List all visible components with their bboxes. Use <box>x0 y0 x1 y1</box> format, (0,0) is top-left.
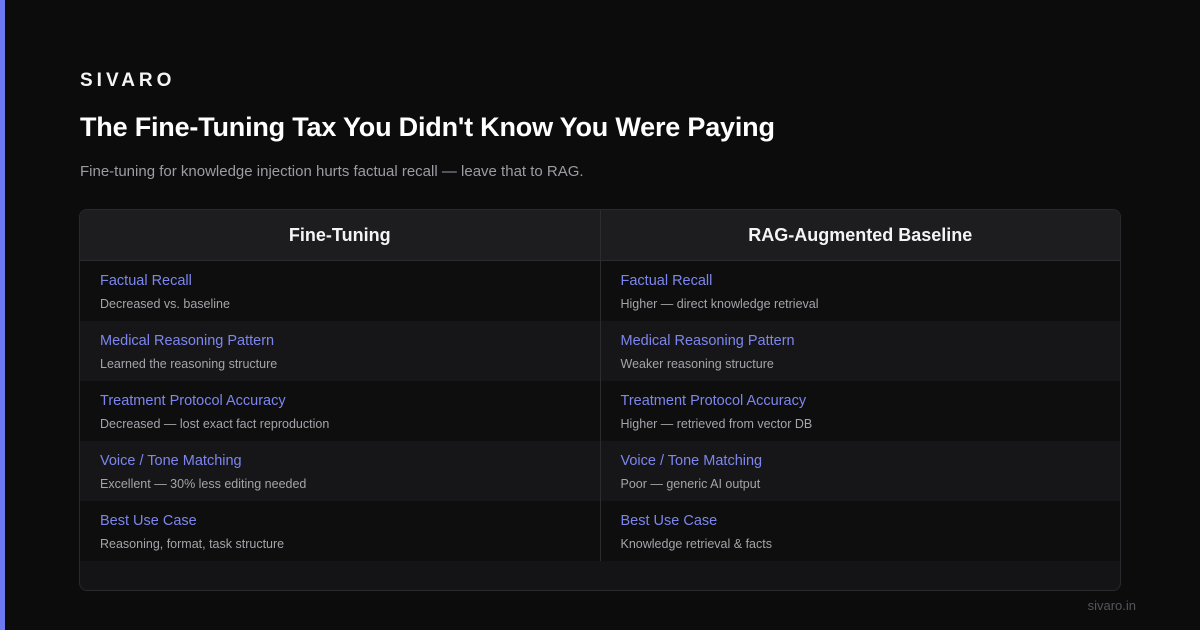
table-cell-rag-baseline: Voice / Tone Matching Poor — generic AI … <box>599 441 1121 501</box>
cell-value: Weaker reasoning structure <box>620 357 774 371</box>
table-cell-rag-baseline: Best Use Case Knowledge retrieval & fact… <box>599 501 1121 561</box>
cell-label: Factual Recall <box>100 273 192 289</box>
column-header-rag-baseline: RAG-Augmented Baseline <box>599 210 1121 260</box>
table-cell-fine-tuning: Factual Recall Decreased vs. baseline <box>80 261 600 321</box>
cell-label: Factual Recall <box>620 273 713 289</box>
table-cell-fine-tuning: Treatment Protocol Accuracy Decreased — … <box>80 381 600 441</box>
footer-domain: sivaro.in <box>1087 598 1136 613</box>
comparison-table: Fine-Tuning RAG-Augmented Baseline Factu… <box>79 209 1121 591</box>
cell-label: Treatment Protocol Accuracy <box>620 393 807 409</box>
table-cell-rag-baseline: Medical Reasoning Pattern Weaker reasoni… <box>599 321 1121 381</box>
cell-label: Voice / Tone Matching <box>100 453 242 469</box>
table-cell-fine-tuning: Voice / Tone Matching Excellent — 30% le… <box>80 441 600 501</box>
table-cell-fine-tuning: Medical Reasoning Pattern Learned the re… <box>80 321 600 381</box>
table-row: Voice / Tone Matching Excellent — 30% le… <box>80 441 1120 501</box>
table-row: Factual Recall Decreased vs. baseline Fa… <box>80 261 1120 321</box>
table-cell-fine-tuning: Best Use Case Reasoning, format, task st… <box>80 501 600 561</box>
cell-label: Treatment Protocol Accuracy <box>100 393 286 409</box>
cell-value: Knowledge retrieval & facts <box>620 537 772 551</box>
cell-value: Decreased vs. baseline <box>100 297 230 311</box>
cell-value: Higher — retrieved from vector DB <box>620 417 813 431</box>
cell-label: Medical Reasoning Pattern <box>620 333 795 349</box>
brand-logo: SIVARO <box>80 70 176 91</box>
cell-label: Best Use Case <box>100 513 197 529</box>
cell-value: Higher — direct knowledge retrieval <box>620 297 819 311</box>
table-cell-rag-baseline: Treatment Protocol Accuracy Higher — ret… <box>599 381 1121 441</box>
table-row: Best Use Case Reasoning, format, task st… <box>80 501 1120 561</box>
cell-value: Learned the reasoning structure <box>100 357 278 371</box>
page-subtitle: Fine-tuning for knowledge injection hurt… <box>80 163 584 180</box>
table-header: Fine-Tuning RAG-Augmented Baseline <box>80 210 1120 261</box>
table-row: Medical Reasoning Pattern Learned the re… <box>80 321 1120 381</box>
cell-value: Decreased — lost exact fact reproduction <box>100 417 330 431</box>
column-header-fine-tuning: Fine-Tuning <box>288 224 391 245</box>
cell-value: Excellent — 30% less editing needed <box>100 477 307 491</box>
cell-label: Best Use Case <box>620 513 718 529</box>
cell-value: Reasoning, format, task structure <box>100 537 285 551</box>
cell-value: Poor — generic AI output <box>620 477 761 491</box>
accent-bar <box>0 0 5 630</box>
table-cell-rag-baseline: Factual Recall Higher — direct knowledge… <box>599 261 1121 321</box>
cell-label: Medical Reasoning Pattern <box>100 333 275 349</box>
page-title: The Fine-Tuning Tax You Didn't Know You … <box>80 112 775 142</box>
table-row: Treatment Protocol Accuracy Decreased — … <box>80 381 1120 441</box>
cell-label: Voice / Tone Matching <box>620 453 763 469</box>
